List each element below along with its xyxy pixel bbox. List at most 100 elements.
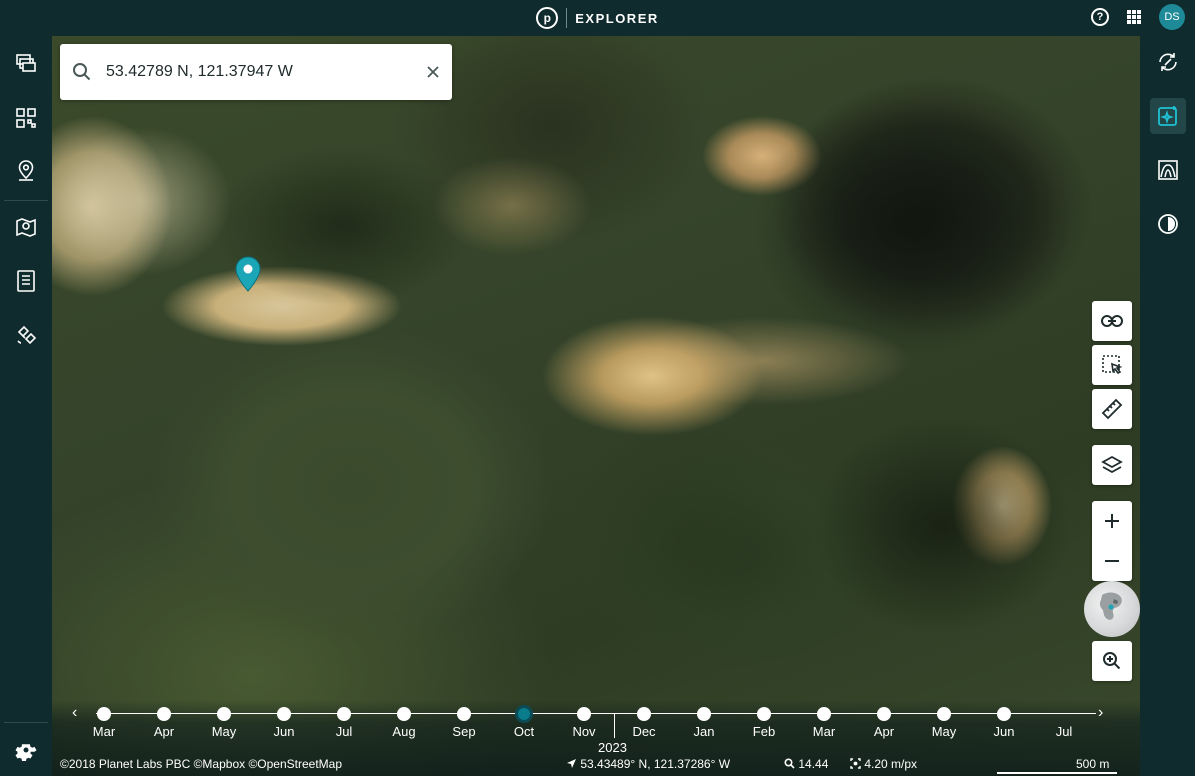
search-input[interactable]: 53.42789 N, 121.37947 W [106,63,426,81]
apps-grid-icon[interactable] [1127,10,1141,24]
zoom-level-value: 14.44 [798,757,829,771]
resolution-value: 4.20 m/px [864,757,918,771]
area-select-button[interactable] [1092,345,1132,385]
planet-logo-icon: p [536,7,559,29]
globe-minimap[interactable] [1084,581,1140,637]
help-icon[interactable]: ? [1091,8,1109,26]
timeline-month-label[interactable]: Jul [324,724,364,739]
timeline-dot[interactable] [757,707,771,721]
timeline-dot[interactable] [697,707,711,721]
timeline-month-label[interactable]: Jun [264,724,304,739]
timeline-prev-icon[interactable]: ‹ [72,704,77,722]
timeline-month-label[interactable]: Jul [1044,724,1084,739]
minus-icon [1105,560,1119,562]
timeline-dot[interactable] [337,707,351,721]
timeline-month-label[interactable]: Sep [444,724,484,739]
satellite-map[interactable] [52,36,1140,776]
timeline-dot[interactable] [997,707,1011,721]
timeline-dot[interactable] [277,707,291,721]
image-enhance-icon[interactable] [1150,98,1186,134]
map-location-icon[interactable] [11,212,41,242]
zoom-out-button[interactable] [1092,541,1132,581]
scale-label: 500 m [1076,757,1110,771]
resolution-icon [850,758,861,769]
search-box[interactable]: 53.42789 N, 121.37947 W [60,44,452,100]
timeline-month-label[interactable]: Mar [84,724,124,739]
timeline-dot[interactable] [877,707,891,721]
timeline-month-label[interactable]: Apr [864,724,904,739]
link-icon [1101,315,1123,327]
timeline-next-icon[interactable]: › [1098,704,1103,722]
timeline-dot[interactable] [457,707,471,721]
cursor-coordinates-value: 53.43489° N, 121.37286° W [580,757,731,771]
brand-divider [566,8,568,28]
right-sidebar [1140,36,1195,776]
zoom-in-button[interactable] [1092,501,1132,541]
brightness-contrast-icon[interactable] [1150,206,1186,242]
settings-gear-icon[interactable] [11,735,41,765]
zoom-magnifier-icon [1103,652,1121,670]
report-icon[interactable] [11,266,41,296]
layers-icon [1101,455,1123,474]
clearing [52,126,232,276]
zoom-controls [1092,501,1132,581]
zoom-level-icon [784,758,795,769]
timeline-month-label[interactable]: May [204,724,244,739]
timeline-month-label[interactable]: Jun [984,724,1024,739]
timeline-dot[interactable] [157,707,171,721]
year-divider [614,714,615,738]
search-icon [73,63,91,81]
avatar[interactable]: DS [1159,4,1185,30]
timeline-month-label[interactable]: Apr [144,724,184,739]
compare-swap-icon[interactable] [1150,44,1186,80]
app-title: EXPLORER [575,10,659,26]
plus-icon [1105,514,1119,528]
clearing [612,316,912,406]
timeline-month-label[interactable]: Feb [744,724,784,739]
left-sidebar [0,36,52,776]
terrain-shadow [572,416,792,656]
sidebar-divider [4,200,48,201]
area-select-icon [1102,355,1123,375]
timeline-dot[interactable] [817,707,831,721]
top-right-actions: ? DS [1091,4,1185,30]
sidebar-divider [4,722,48,723]
location-pin-icon[interactable] [11,156,41,186]
location-marker-icon[interactable] [234,256,262,292]
timeline-month-label[interactable]: Aug [384,724,424,739]
timeline-month-label[interactable]: Dec [624,724,664,739]
navigation-arrow-icon [567,759,576,768]
scenes-stack-icon[interactable] [11,48,41,78]
timeline-dot[interactable] [937,707,951,721]
elevation-profile-icon[interactable] [1150,152,1186,188]
timeline-month-label[interactable]: May [924,724,964,739]
timeline-dot[interactable] [97,707,111,721]
share-link-button[interactable] [1092,301,1132,341]
timeline-month-label[interactable]: Mar [804,724,844,739]
qr-grid-icon[interactable] [11,103,41,133]
timeline-dot[interactable] [577,707,591,721]
ruler-icon [1101,398,1123,420]
zoom-readout: 14.44 [784,757,828,771]
globe-icon [1099,592,1122,620]
timeline-dot[interactable] [397,707,411,721]
zoom-to-location-button[interactable] [1092,641,1132,681]
cursor-coordinates: 53.43489° N, 121.37286° W [566,757,730,771]
timeline-month-label[interactable]: Jan [684,724,724,739]
brand[interactable]: p EXPLORER [536,7,659,29]
explorer-app: p EXPLORER ? DS 53.42789 N, 121.37947 W … [0,0,1195,776]
layers-button[interactable] [1092,445,1132,485]
clear-search-icon[interactable] [426,65,440,79]
clearing [432,156,592,256]
terrain-shadow [812,416,1072,636]
timeline-dot[interactable] [637,707,651,721]
map-attribution: ©2018 Planet Labs PBC ©Mapbox ©OpenStree… [60,757,343,771]
timeline-dot-selected[interactable] [515,705,533,723]
timeline-dot[interactable] [217,707,231,721]
timeline-month-label[interactable]: Nov [564,724,604,739]
timeline-year-label: 2023 [598,740,627,755]
satellite-tasking-icon[interactable] [11,320,41,350]
map-footer: ©2018 Planet Labs PBC ©Mapbox ©OpenStree… [52,754,1140,776]
measure-button[interactable] [1092,389,1132,429]
timeline-month-label[interactable]: Oct [504,724,544,739]
